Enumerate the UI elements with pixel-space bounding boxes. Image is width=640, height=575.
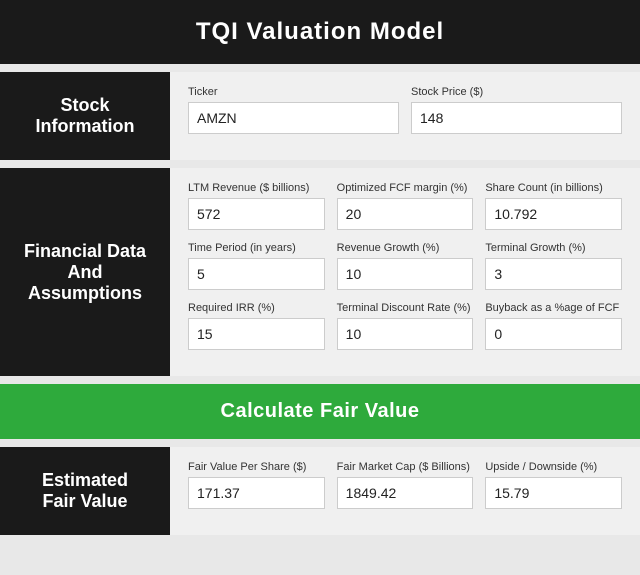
terminal-growth-field: Terminal Growth (%) [485,242,622,290]
financial-row-1: LTM Revenue ($ billions) Optimized FCF m… [188,182,622,230]
ltm-revenue-label: LTM Revenue ($ billions) [188,182,325,194]
required-irr-field: Required IRR (%) [188,302,325,350]
stock-section: StockInformation Ticker Stock Price ($) [0,72,640,160]
stock-fields-row: Ticker Stock Price ($) [188,86,622,134]
stock-price-field: Stock Price ($) [411,86,622,134]
financial-section-label: Financial DataAndAssumptions [0,168,170,376]
share-count-input[interactable] [485,198,622,230]
buyback-field: Buyback as a %age of FCF [485,302,622,350]
share-count-field: Share Count (in billions) [485,182,622,230]
required-irr-label: Required IRR (%) [188,302,325,314]
revenue-growth-input[interactable] [337,258,474,290]
stock-price-input[interactable] [411,102,622,134]
fair-market-cap-label: Fair Market Cap ($ Billions) [337,461,474,473]
buyback-label: Buyback as a %age of FCF [485,302,622,314]
fair-value-per-share-value: 171.37 [188,477,325,509]
results-section-label: EstimatedFair Value [0,447,170,535]
stock-section-content: Ticker Stock Price ($) [170,72,640,160]
fair-market-cap-value: 1849.42 [337,477,474,509]
time-period-label: Time Period (in years) [188,242,325,254]
financial-section-content: LTM Revenue ($ billions) Optimized FCF m… [170,168,640,376]
time-period-input[interactable] [188,258,325,290]
financial-row-2: Time Period (in years) Revenue Growth (%… [188,242,622,290]
revenue-growth-field: Revenue Growth (%) [337,242,474,290]
results-section: EstimatedFair Value Fair Value Per Share… [0,447,640,535]
fair-market-cap-field: Fair Market Cap ($ Billions) 1849.42 [337,461,474,509]
fcf-margin-label: Optimized FCF margin (%) [337,182,474,194]
revenue-growth-label: Revenue Growth (%) [337,242,474,254]
upside-downside-value: 15.79 [485,477,622,509]
terminal-growth-input[interactable] [485,258,622,290]
financial-section: Financial DataAndAssumptions LTM Revenue… [0,168,640,376]
page-title: TQI Valuation Model [0,0,640,64]
financial-row-3: Required IRR (%) Terminal Discount Rate … [188,302,622,350]
calculate-button[interactable]: Calculate Fair Value [0,384,640,439]
fcf-margin-field: Optimized FCF margin (%) [337,182,474,230]
upside-downside-label: Upside / Downside (%) [485,461,622,473]
buyback-input[interactable] [485,318,622,350]
results-fields-row: Fair Value Per Share ($) 171.37 Fair Mar… [188,461,622,509]
terminal-discount-field: Terminal Discount Rate (%) [337,302,474,350]
terminal-discount-label: Terminal Discount Rate (%) [337,302,474,314]
stock-price-label: Stock Price ($) [411,86,622,98]
results-section-content: Fair Value Per Share ($) 171.37 Fair Mar… [170,447,640,535]
required-irr-input[interactable] [188,318,325,350]
ticker-input[interactable] [188,102,399,134]
ltm-revenue-input[interactable] [188,198,325,230]
ltm-revenue-field: LTM Revenue ($ billions) [188,182,325,230]
terminal-growth-label: Terminal Growth (%) [485,242,622,254]
upside-downside-field: Upside / Downside (%) 15.79 [485,461,622,509]
stock-section-label: StockInformation [0,72,170,160]
ticker-field: Ticker [188,86,399,134]
fair-value-per-share-field: Fair Value Per Share ($) 171.37 [188,461,325,509]
calculate-button-label: Calculate Fair Value [221,400,420,422]
terminal-discount-input[interactable] [337,318,474,350]
share-count-label: Share Count (in billions) [485,182,622,194]
fcf-margin-input[interactable] [337,198,474,230]
fair-value-per-share-label: Fair Value Per Share ($) [188,461,325,473]
ticker-label: Ticker [188,86,399,98]
time-period-field: Time Period (in years) [188,242,325,290]
